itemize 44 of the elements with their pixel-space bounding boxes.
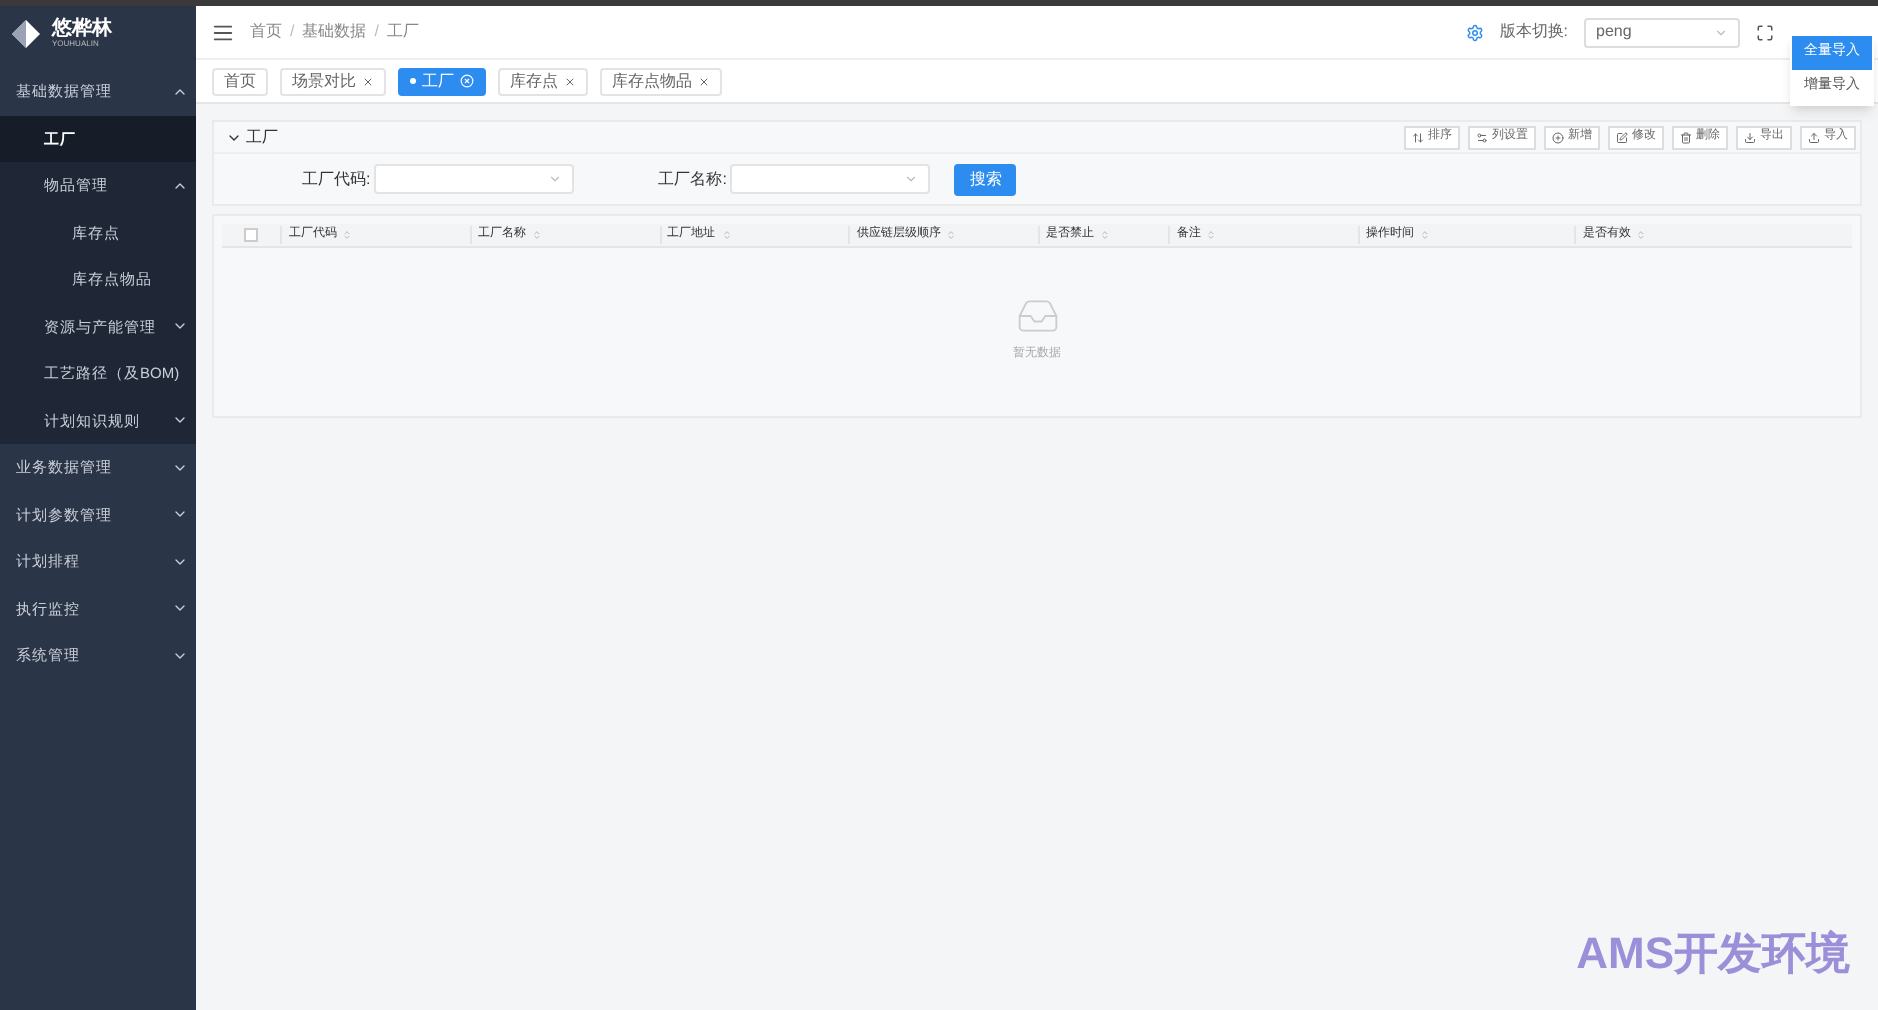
toolbar-icon [1616,131,1628,143]
logo-name: 悠桦林 [52,20,112,40]
close-icon[interactable] [564,75,576,87]
page-tab[interactable]: 场景对比 [280,67,386,95]
breadcrumb-separator: / [290,20,295,44]
page-tab[interactable]: 库存点物品 [600,67,722,95]
close-icon[interactable] [698,75,710,87]
page-tab[interactable]: 库存点 [498,67,588,95]
logo-icon [12,20,40,48]
chevron-down-icon [548,172,563,186]
toolbar-icon [1476,131,1488,143]
menu-icon[interactable] [212,21,234,43]
breadcrumb-link[interactable]: 基础数据 [302,20,367,44]
toolbar-icon [1552,131,1564,143]
panel-title: 工厂 [246,125,278,149]
breadcrumb-link[interactable]: 首页 [250,20,282,44]
sort-icon[interactable] [1206,230,1217,240]
toolbar-icon [1744,131,1756,143]
sort-icon[interactable] [946,230,957,240]
filter-select[interactable] [374,164,575,194]
filter-select[interactable] [730,164,931,194]
page-tab[interactable]: 首页 [212,67,268,95]
sort-icon[interactable] [1420,230,1431,240]
environment-label: AMS开发环境 [1576,926,1850,982]
toolbar-icon [1808,131,1820,143]
fullscreen-icon[interactable] [1756,23,1774,41]
sort-icon[interactable] [721,230,732,240]
breadcrumb-separator: / [374,20,379,44]
settings-icon[interactable] [1465,23,1484,41]
filter-label: 工厂代码: [302,167,371,191]
sort-icon[interactable] [342,230,353,240]
toolbar-icon [1412,131,1424,143]
sort-icon[interactable] [531,230,542,240]
filter-label: 工厂名称: [658,167,727,191]
version-select[interactable]: peng [1584,17,1740,47]
close-icon[interactable] [362,75,374,87]
breadcrumb-link[interactable]: 工厂 [386,20,419,44]
chevron-down-icon [1714,25,1728,39]
toolbar-icon [1680,131,1692,143]
sort-icon[interactable] [1636,230,1647,240]
version-label: 版本切换: [1499,20,1568,44]
select-all-checkbox[interactable] [244,228,259,242]
sort-icon[interactable] [1100,230,1110,240]
chevron-down-icon [904,172,919,186]
